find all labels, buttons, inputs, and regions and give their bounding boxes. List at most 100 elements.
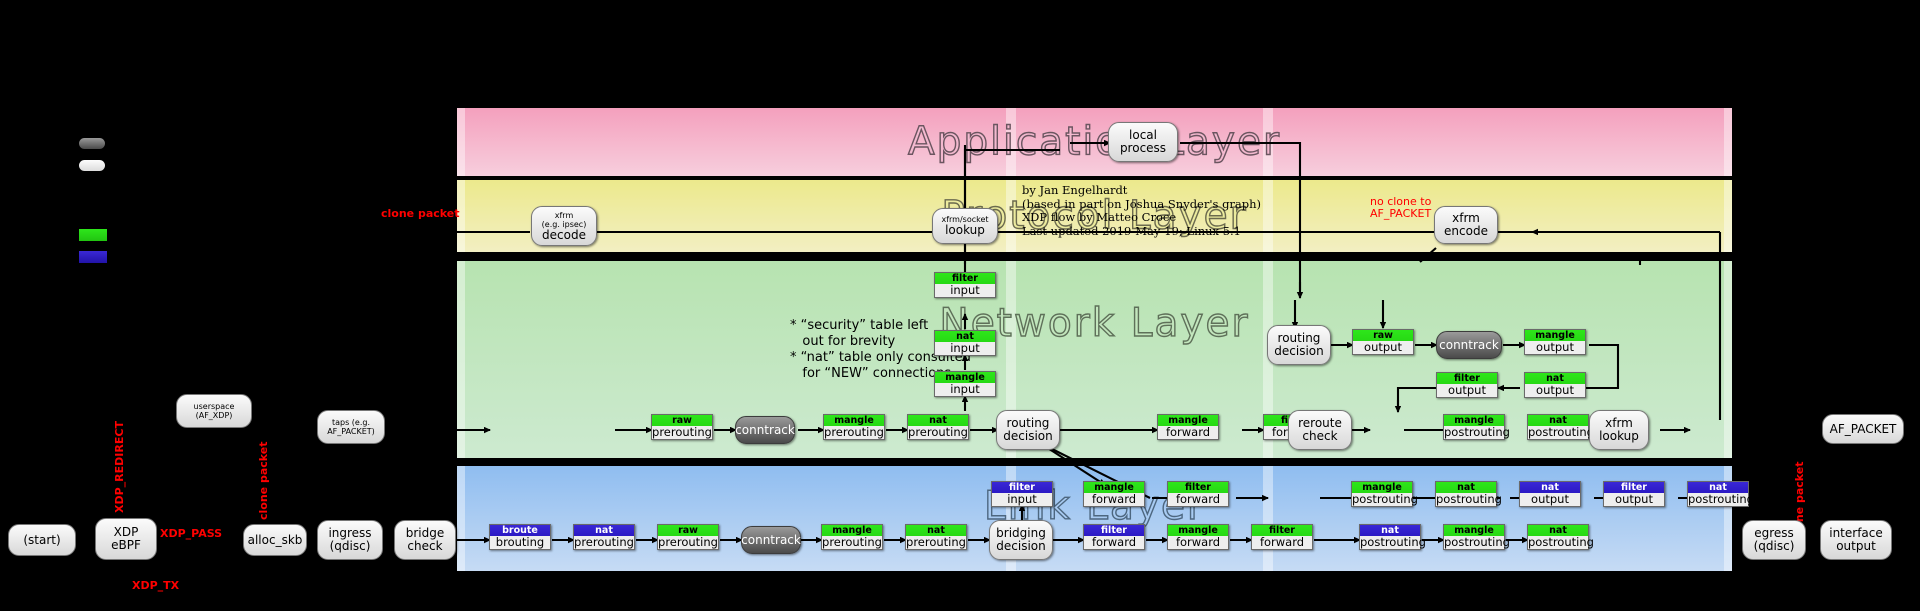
node-reroute-check[interactable]: reroute check <box>1288 410 1352 450</box>
node-xfrm-socket-line2: lookup <box>945 223 985 237</box>
node-conntrack-label: conntrack <box>1439 337 1499 352</box>
chain-nat-prerouting-link-2[interactable]: nat prerouting <box>905 524 967 550</box>
chain-nat-output-link[interactable]: nat output <box>1519 481 1581 507</box>
chain-mangle-forward-link-lower[interactable]: mangle forward <box>1167 524 1229 550</box>
chain-chain-label: prerouting <box>908 425 968 439</box>
chain-mangle-postrouting-link-lower[interactable]: mangle postrouting <box>1443 524 1510 550</box>
chain-chain-label: postrouting <box>1444 425 1510 439</box>
node-egress-qdisc[interactable]: egress (qdisc) <box>1742 520 1806 560</box>
node-xfrm-lookup[interactable]: xfrm lookup <box>1589 410 1649 450</box>
legend-swatch-light-node <box>79 160 105 171</box>
node-ingress-line2: (qdisc) <box>329 539 371 553</box>
node-local-process[interactable]: local process <box>1108 122 1178 162</box>
node-conntrack-net[interactable]: conntrack <box>735 416 795 444</box>
chain-mangle-postrouting-link-upper[interactable]: mangle postrouting <box>1351 481 1418 507</box>
chain-mangle-postrouting-net[interactable]: mangle postrouting <box>1443 414 1510 440</box>
diagram-canvas: Application Layer Protocol Layer Network… <box>0 0 1920 611</box>
chain-chain-label: postrouting <box>1528 425 1594 439</box>
chain-filter-input-net[interactable]: filter input <box>934 272 996 298</box>
chain-nat-postrouting-link-lower-2[interactable]: nat postrouting <box>1527 524 1594 550</box>
node-conntrack-link[interactable]: conntrack <box>741 526 801 554</box>
chain-chain-label: output <box>1525 384 1585 397</box>
node-routing-decision-pre[interactable]: routing decision <box>996 410 1060 450</box>
node-alloc-skb[interactable]: alloc_skb <box>243 524 307 556</box>
node-userspace-line1: userspace <box>193 402 235 411</box>
node-start-label: (start) <box>23 532 61 547</box>
node-taps-af-packet[interactable]: taps (e.g. AF_PACKET) <box>317 410 385 444</box>
chain-broute-brouting[interactable]: broute brouting <box>489 524 551 550</box>
node-bridging-decision[interactable]: bridging decision <box>989 520 1053 560</box>
node-bridging-line2: decision <box>996 539 1046 553</box>
chain-filter-output-net[interactable]: filter output <box>1436 372 1498 398</box>
chain-raw-prerouting-link[interactable]: raw prerouting <box>657 524 719 550</box>
chain-chain-label: output <box>1520 493 1580 506</box>
chain-nat-postrouting-link-lower[interactable]: nat postrouting <box>1359 524 1426 550</box>
chain-raw-output-net[interactable]: raw output <box>1352 329 1414 355</box>
annotation-xdp-tx: XDP_TX <box>132 579 180 592</box>
chain-mangle-prerouting-link[interactable]: mangle prerouting <box>821 524 883 550</box>
chain-mangle-output-net[interactable]: mangle output <box>1524 329 1586 355</box>
chain-chain-label: output <box>1353 341 1413 354</box>
chain-chain-label: input <box>935 284 995 297</box>
layer-title-application: Application Layer <box>907 119 1282 165</box>
node-routing-decision-output[interactable]: routing decision <box>1267 325 1331 365</box>
chain-mangle-forward-link-upper[interactable]: mangle forward <box>1083 481 1145 507</box>
chain-nat-postrouting-link-out[interactable]: nat postrouting <box>1687 481 1754 507</box>
chain-mangle-input-net[interactable]: mangle input <box>934 371 996 397</box>
node-start[interactable]: (start) <box>8 524 76 556</box>
chain-chain-label: postrouting <box>1444 535 1510 549</box>
node-xfrm-socket-lookup[interactable]: xfrm/socket lookup <box>932 208 998 244</box>
node-xfrm-decode[interactable]: xfrm (e.g. ipsec) decode <box>531 206 597 246</box>
chain-nat-postrouting-link-upper[interactable]: nat postrouting <box>1435 481 1502 507</box>
chain-chain-label: output <box>1437 384 1497 397</box>
node-xfrm-decode-line1: xfrm <box>554 210 574 220</box>
node-xfrm-decode-line2: decode <box>542 227 586 242</box>
node-xfrm-encode[interactable]: xfrm encode <box>1434 206 1498 244</box>
chain-chain-label: brouting <box>490 536 550 549</box>
chain-filter-forward-link-lower-2[interactable]: filter forward <box>1251 524 1313 550</box>
chain-chain-label: postrouting <box>1528 535 1594 549</box>
node-xdp-ebpf-line2: eBPF <box>111 538 141 552</box>
chain-nat-prerouting-link[interactable]: nat prerouting <box>573 524 635 550</box>
node-xfrm-encode-line2: encode <box>1444 224 1488 238</box>
chain-chain-label: input <box>992 493 1052 506</box>
annotation-xdp-redirect: XDP_REDIRECT <box>113 421 126 513</box>
node-userspace-af-xdp[interactable]: userspace (AF_XDP) <box>176 394 252 428</box>
chain-chain-label: input <box>935 342 995 355</box>
chain-chain-label: forward <box>1084 493 1144 506</box>
node-xfrm-lookup-line2: lookup <box>1599 429 1639 443</box>
chain-filter-input-link[interactable]: filter input <box>991 481 1053 507</box>
chain-mangle-forward-net[interactable]: mangle forward <box>1157 414 1219 440</box>
node-interface-output[interactable]: interface output <box>1820 520 1892 560</box>
chain-mangle-prerouting-net[interactable]: mangle prerouting <box>823 414 885 440</box>
legend-swatch-green-table <box>79 229 107 241</box>
chain-chain-label: postrouting <box>1436 492 1502 506</box>
chain-raw-prerouting-net[interactable]: raw prerouting <box>651 414 713 440</box>
chain-chain-label: prerouting <box>822 535 882 549</box>
node-routing-line2: decision <box>1003 429 1053 443</box>
chain-nat-output-net[interactable]: nat output <box>1524 372 1586 398</box>
node-xdp-ebpf[interactable]: XDP eBPF <box>95 518 157 560</box>
node-bridge-check[interactable]: bridge check <box>394 520 456 560</box>
legend-swatch-blue-table <box>79 251 107 263</box>
chain-nat-prerouting-net[interactable]: nat prerouting <box>907 414 969 440</box>
node-conntrack-label: conntrack <box>735 422 795 437</box>
node-taps-line2: AF_PACKET) <box>327 427 375 436</box>
node-egress-line2: (qdisc) <box>1753 539 1795 553</box>
chain-chain-label: prerouting <box>658 535 718 549</box>
annotation-clone-packet-protocol: clone packet <box>381 207 460 220</box>
chain-nat-input-net[interactable]: nat input <box>934 330 996 356</box>
node-interface-output-line2: output <box>1836 539 1876 553</box>
chain-chain-label: prerouting <box>574 535 634 549</box>
node-ingress-qdisc[interactable]: ingress (qdisc) <box>317 520 383 560</box>
chain-chain-label: prerouting <box>906 535 966 549</box>
chain-filter-forward-link-upper[interactable]: filter forward <box>1167 481 1229 507</box>
chain-chain-label: forward <box>1168 536 1228 549</box>
chain-nat-postrouting-net[interactable]: nat postrouting <box>1527 414 1594 440</box>
node-af-packet[interactable]: AF_PACKET <box>1822 414 1904 444</box>
node-taps-line1: taps (e.g. <box>331 418 371 427</box>
chain-filter-output-link[interactable]: filter output <box>1603 481 1665 507</box>
chain-filter-forward-link-lower[interactable]: filter forward <box>1083 524 1145 550</box>
node-conntrack-output[interactable]: conntrack <box>1436 331 1502 359</box>
chain-chain-label: prerouting <box>824 425 884 439</box>
